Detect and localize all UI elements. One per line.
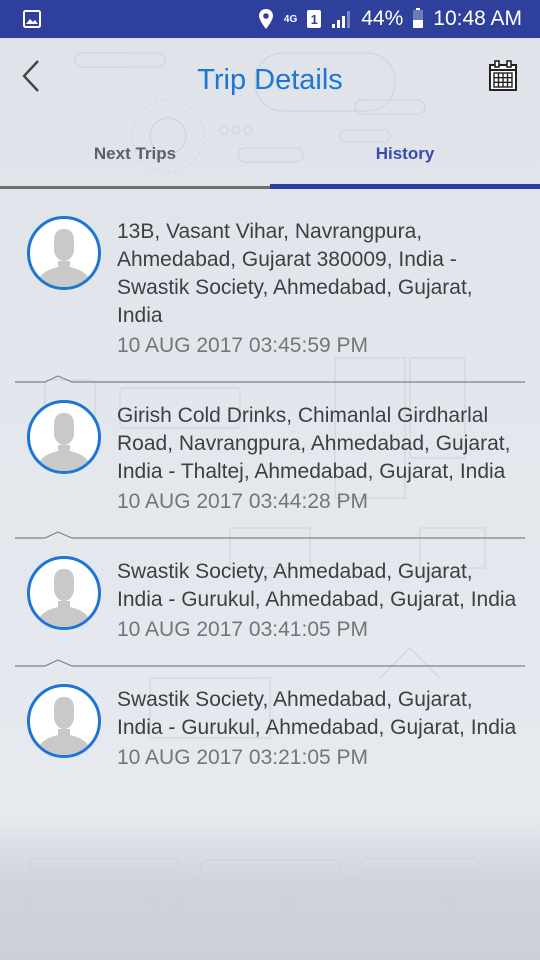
trip-timestamp: 10 AUG 2017 03:21:05 PM [117,746,369,769]
battery-percent: 44% [361,7,404,30]
trip-address: Swastik Society, Ahmedabad, Gujarat, Ind… [117,560,517,611]
page-title: Trip Details [197,64,343,96]
list-divider [0,526,540,540]
image-notification-icon [22,9,42,29]
trip-list-item[interactable]: 13B, Vasant Vihar, Navrangpura, Ahmedaba… [0,200,540,370]
avatar [27,684,101,758]
user-placeholder-icon [38,229,90,287]
trip-address: Swastik Society, Ahmedabad, Gujarat, Ind… [117,688,517,739]
avatar [27,556,101,630]
list-divider [0,370,540,384]
tab-indicator-active [270,184,540,189]
trip-list-item[interactable]: Girish Cold Drinks, Chimanlal Girdharlal… [0,384,540,526]
network-type-label: 4G [283,13,298,25]
calendar-button[interactable] [488,60,518,92]
network-type-indicator: 4G [283,13,298,25]
trip-timestamp: 10 AUG 2017 03:44:28 PM [117,490,369,513]
list-divider [0,654,540,668]
battery-icon [413,8,424,28]
tab-next-trips[interactable]: Next Trips [0,126,270,182]
tab-underline-inactive [0,186,270,189]
trip-history-list: 13B, Vasant Vihar, Navrangpura, Ahmedaba… [0,200,540,782]
avatar [27,216,101,290]
sim-indicator: 1 [307,10,322,28]
trip-timestamp: 10 AUG 2017 03:45:59 PM [117,334,369,357]
status-bar: 4G 1 44% 10:48 AM [0,0,540,38]
trip-address: 13B, Vasant Vihar, Navrangpura, Ahmedaba… [117,220,473,327]
clock: 10:48 AM [433,7,522,30]
signal-strength-icon [331,10,351,28]
calendar-icon [489,60,517,91]
user-placeholder-icon [38,413,90,471]
location-icon [258,8,274,30]
tab-bar: Next Trips History [0,126,540,190]
trip-list-item[interactable]: Swastik Society, Ahmedabad, Gujarat, Ind… [0,540,540,654]
trip-list-item[interactable]: Swastik Society, Ahmedabad, Gujarat, Ind… [0,668,540,782]
tab-history[interactable]: History [270,126,540,182]
avatar [27,400,101,474]
trip-address: Girish Cold Drinks, Chimanlal Girdharlal… [117,404,511,483]
user-placeholder-icon [38,697,90,755]
toolbar: Trip Details [0,38,540,126]
battery-empty-portion [413,10,424,21]
trip-timestamp: 10 AUG 2017 03:41:05 PM [117,618,369,641]
user-placeholder-icon [38,569,90,627]
